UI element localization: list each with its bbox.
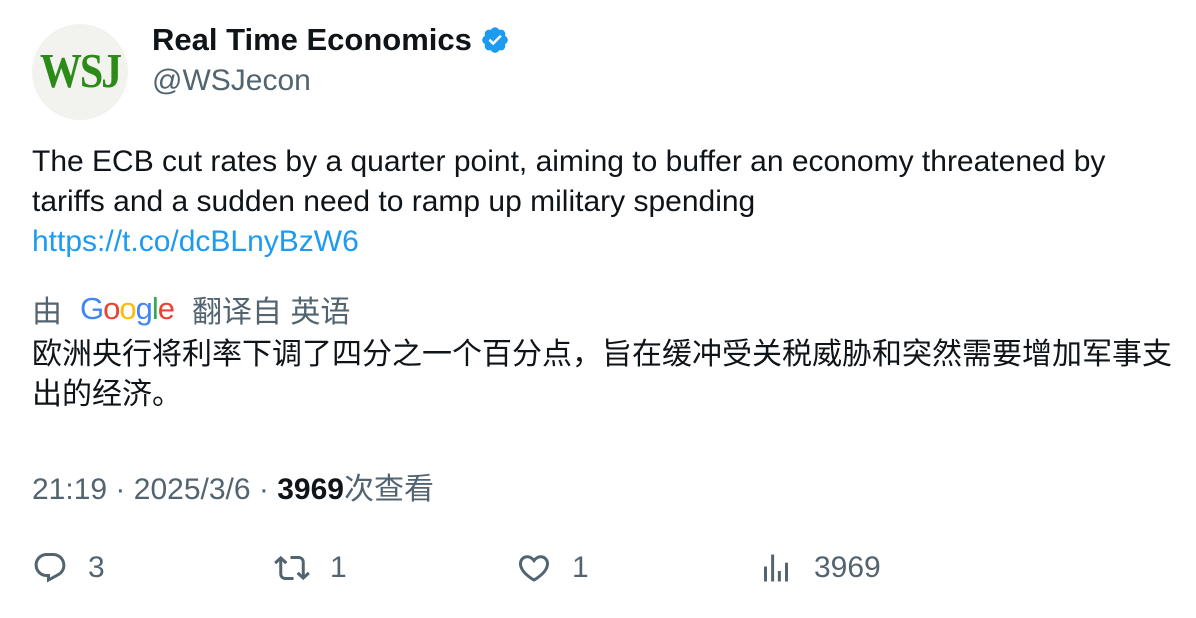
retweet-button[interactable]: 1 xyxy=(274,550,347,586)
view-count: 3969 xyxy=(277,473,344,506)
tweet-link[interactable]: https://t.co/dcBLnyBzW6 xyxy=(32,222,1172,262)
translation-attribution: 由 Google 翻译自 英语 xyxy=(32,287,350,331)
tweet-date[interactable]: 2025/3/6 xyxy=(134,473,251,506)
tweet-body: The ECB cut rates by a quarter point, ai… xyxy=(32,142,1172,262)
retweet-icon xyxy=(274,555,310,581)
translated-by-prefix: 由 xyxy=(32,296,62,329)
action-bar: 3 1 1 3969 xyxy=(32,550,1172,594)
heart-icon xyxy=(518,555,550,582)
translated-from-label: 翻译自 英语 xyxy=(192,296,351,329)
reply-icon xyxy=(34,553,66,583)
reply-count: 3 xyxy=(88,551,105,584)
retweet-count: 1 xyxy=(330,551,347,584)
verified-badge-icon xyxy=(482,27,508,53)
google-logo: Google xyxy=(80,291,175,326)
tweet-text: The ECB cut rates by a quarter point, ai… xyxy=(32,145,1106,218)
reply-button[interactable]: 3 xyxy=(32,550,105,586)
views-label: 次查看 xyxy=(343,473,434,506)
tweet-meta: 21:19 · 2025/3/6 · 3969次查看 xyxy=(32,473,434,506)
display-name[interactable]: Real Time Economics xyxy=(152,22,472,58)
tweet-time[interactable]: 21:19 xyxy=(32,473,107,506)
analytics-icon xyxy=(764,554,788,582)
author-name-row[interactable]: Real Time Economics xyxy=(152,22,510,58)
wsj-logo: WSJ xyxy=(39,45,122,99)
avatar[interactable]: WSJ xyxy=(32,24,128,120)
views-button[interactable]: 3969 xyxy=(758,550,881,586)
translated-text: 欧洲央行将利率下调了四分之一个百分点，旨在缓冲受关税威胁和突然需要增加军事支出的… xyxy=(32,338,1172,411)
views-count: 3969 xyxy=(814,551,881,584)
like-count: 1 xyxy=(572,551,589,584)
author-handle[interactable]: @WSJecon xyxy=(152,64,311,98)
like-button[interactable]: 1 xyxy=(516,550,589,586)
